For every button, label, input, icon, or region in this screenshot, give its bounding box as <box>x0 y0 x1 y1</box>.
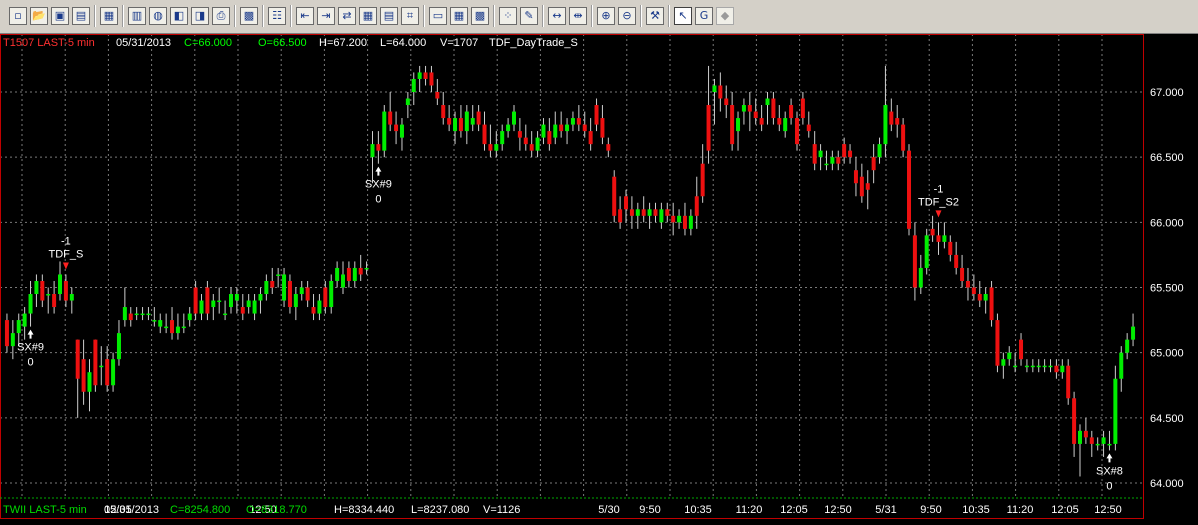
toolbar-separator <box>668 5 670 27</box>
toolbar-separator <box>234 5 236 27</box>
disabled-tool-icon[interactable]: ◆ <box>716 7 734 25</box>
price-tick-label: 67.000 <box>1150 87 1184 99</box>
exit-qty-label: 0 <box>27 357 33 369</box>
toolbar-separator <box>591 5 593 27</box>
properties-icon[interactable]: ☷ <box>268 7 286 25</box>
zoom-in-icon[interactable]: ⊕ <box>597 7 615 25</box>
time-tick-label: 12:05 <box>1051 504 1079 516</box>
time-tick-label: 5/30 <box>598 504 619 516</box>
price-tick-label: 66.000 <box>1150 217 1184 229</box>
info-symbol-interval: T1507 LAST-5 min <box>3 37 95 49</box>
toolbar-separator <box>493 5 495 27</box>
time-tick-label: 9:50 <box>920 504 941 516</box>
price-tick-label: 64.000 <box>1150 478 1184 490</box>
print-icon[interactable]: ⎙ <box>212 7 230 25</box>
toolbar-separator <box>640 5 642 27</box>
chart-window-icon[interactable]: ▦ <box>100 7 118 25</box>
sub-date: 05/31/2013 <box>104 504 159 516</box>
toolbar-separator <box>94 5 96 27</box>
exit-qty-label: 0 <box>375 194 381 206</box>
chart-settings-icon[interactable]: ▩ <box>240 7 258 25</box>
bar-chart-icon[interactable]: ▥ <box>128 7 146 25</box>
pointer-icon[interactable]: ↖ <box>674 7 692 25</box>
time-tick-label: 9:50 <box>639 504 660 516</box>
drawing-tools-icon[interactable]: ✎ <box>520 7 538 25</box>
toolbar-separator <box>262 5 264 27</box>
data-window-icon[interactable]: ▭ <box>429 7 447 25</box>
workspace-folder-icon[interactable]: ▤ <box>72 7 90 25</box>
price-tick-label: 65.000 <box>1150 348 1184 360</box>
new-document-icon[interactable]: ▫ <box>9 7 27 25</box>
hammer-tools-icon[interactable]: ⚒ <box>646 7 664 25</box>
exit-signal-label: SX#9 <box>17 342 44 354</box>
spreadsheet-icon[interactable]: ▩ <box>471 7 489 25</box>
sub-volume: V=1126 <box>483 504 520 516</box>
order-entry-icon[interactable]: ⇄ <box>338 7 356 25</box>
sub-close: C=8254.800 <box>170 504 230 516</box>
entry-qty-label: -1 <box>934 183 944 195</box>
price-bar <box>1066 359 1071 405</box>
main-toolbar: ▫ 📂 ▣ ▤ ▦ ▥ ◍ ◧ ◨ ⎙ ▩ ☷ ⇤ ⇥ ⇄ ▦ ▤ ⌗ ▭ ▦ ▩ ⁘ ✎ ↔ ⇹ ⊕ ⊖ ⚒ ↖ G ◆ <box>0 0 1198 34</box>
price-tick-label: 66.500 <box>1150 152 1184 164</box>
info-date: 05/31/2013 <box>116 37 171 49</box>
scanner-icon[interactable]: ◧ <box>170 7 188 25</box>
info-close: C=66.000 <box>184 37 232 49</box>
scatter-icon[interactable]: ⁘ <box>499 7 517 25</box>
time-tick-label: 12:50 <box>1094 504 1122 516</box>
price-tick-label: 64.500 <box>1150 413 1184 425</box>
price-bar <box>995 313 1000 373</box>
globe-icon[interactable]: ◍ <box>149 7 167 25</box>
sub-low: L=8237.080 <box>411 504 469 516</box>
save-workspace-icon[interactable]: ▣ <box>51 7 69 25</box>
info-strategy: TDF_DayTrade_S <box>489 37 578 49</box>
entry-qty-label: -1 <box>61 235 71 247</box>
time-tick-label: 5/31 <box>875 504 896 516</box>
toolbar-separator <box>290 5 292 27</box>
time-tick-label: 10:35 <box>962 504 990 516</box>
info-high: H=67.200 <box>319 37 367 49</box>
zoom-out-icon[interactable]: ⊖ <box>618 7 636 25</box>
price-bar <box>93 339 98 392</box>
tools-icon[interactable]: ⌗ <box>401 7 419 25</box>
time-tick-label: 12:50 <box>824 504 852 516</box>
entry-signal-label: TDF_S2 <box>918 196 959 208</box>
exit-signal-label: SX#8 <box>1096 465 1123 477</box>
time-tick-label: 11:20 <box>736 504 763 516</box>
price-bar <box>907 144 912 236</box>
sub-open: O=8318.770 <box>246 504 307 516</box>
price-bar <box>382 105 387 158</box>
compress-bars-icon[interactable]: ⇹ <box>569 7 587 25</box>
insert-strategy-icon[interactable]: ⇥ <box>317 7 335 25</box>
sub-high: H=8334.440 <box>334 504 394 516</box>
info-volume: V=1707 <box>440 37 478 49</box>
toolbar-separator <box>122 5 124 27</box>
info-open: O=66.500 <box>258 37 307 49</box>
sub-symbol-interval: TWII LAST-5 min <box>3 504 87 516</box>
toolbar-separator <box>542 5 544 27</box>
open-folder-icon[interactable]: 📂 <box>30 7 48 25</box>
info-low: L=64.000 <box>380 37 426 49</box>
exit-qty-label: 0 <box>1106 480 1112 492</box>
entry-signal-label: TDF_S <box>48 248 83 260</box>
price-chart[interactable]: -1TDF_SSX#90SX#90-1TDF_S2SX#80 67.00066.… <box>0 34 1198 525</box>
news-icon[interactable]: ◨ <box>191 7 209 25</box>
position-icon[interactable]: ▤ <box>380 7 398 25</box>
insert-indicator-icon[interactable]: ⇤ <box>296 7 314 25</box>
price-bar <box>924 228 929 275</box>
price-bar <box>612 170 617 223</box>
price-bar <box>989 280 994 327</box>
grid-view-icon[interactable]: ▦ <box>450 7 468 25</box>
price-tick-label: 65.500 <box>1150 283 1184 295</box>
time-tick-label: 12:05 <box>780 504 808 516</box>
expand-bars-icon[interactable]: ↔ <box>548 7 566 25</box>
time-tick-label: 11:20 <box>1007 504 1034 516</box>
time-tick-label: 10:35 <box>684 504 712 516</box>
matrix-icon[interactable]: ▦ <box>359 7 377 25</box>
exit-signal-label: SX#9 <box>365 179 392 191</box>
global-cursor-icon[interactable]: G <box>695 7 713 25</box>
toolbar-separator <box>423 5 425 27</box>
